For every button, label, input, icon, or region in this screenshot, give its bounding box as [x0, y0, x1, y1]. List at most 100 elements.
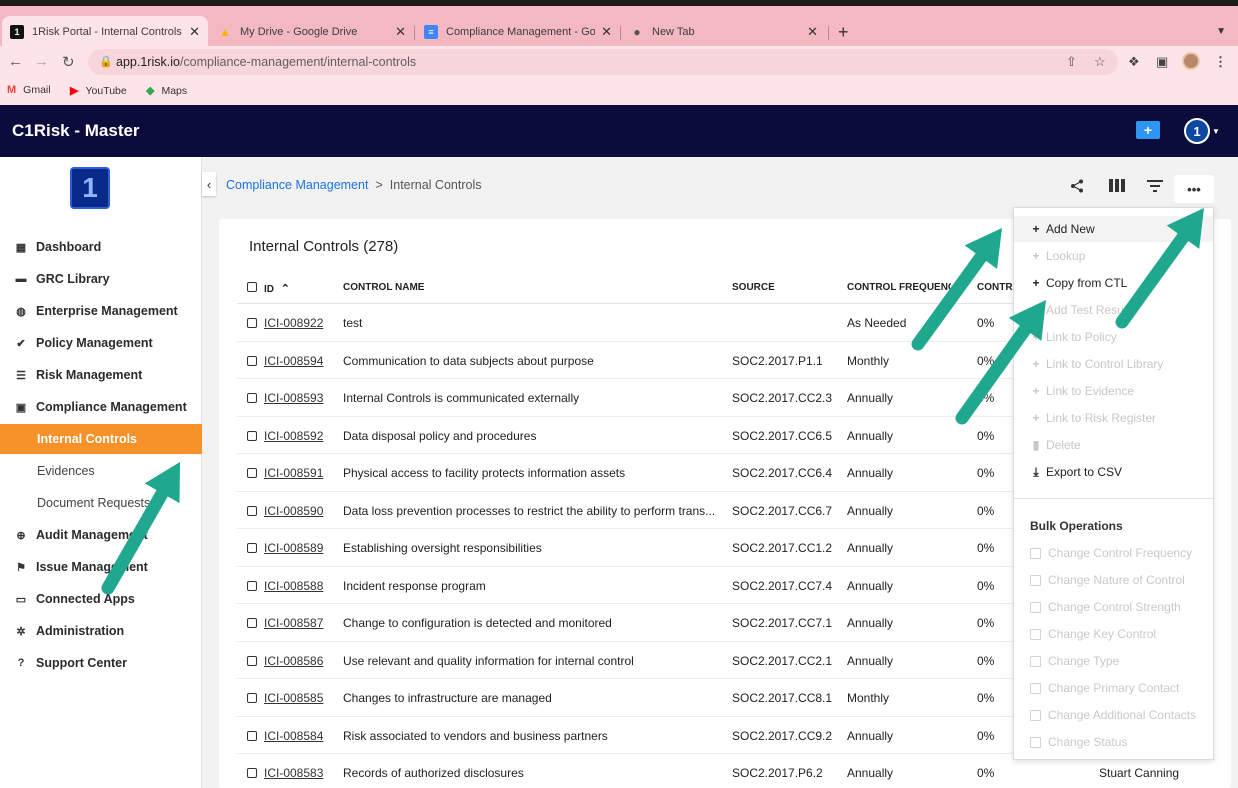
close-tab-icon[interactable]: ✕ — [395, 24, 406, 40]
table-row[interactable]: ICI-008587 Change to configuration is det… — [237, 604, 1027, 642]
sidebar-item-support-center[interactable]: ? Support Center — [0, 648, 202, 678]
table-row[interactable]: ICI-008583 Records of authorized disclosu… — [237, 754, 1027, 788]
forward-arrow-icon[interactable]: → — [34, 53, 49, 70]
row-checkbox[interactable] — [247, 768, 257, 778]
sidebar-item-enterprise-management[interactable]: ◍ Enterprise Management — [0, 296, 202, 326]
table-row[interactable]: ICI-008590 Data loss prevention processes… — [237, 492, 1027, 529]
collapse-sidebar-chevron-icon[interactable]: ‹ — [202, 172, 216, 196]
close-tab-icon[interactable]: ✕ — [189, 24, 200, 40]
more-actions-button[interactable]: ••• — [1174, 175, 1214, 203]
menu-item-link-to-policy[interactable]: + Link to Policy — [1014, 324, 1213, 350]
menu-item-delete[interactable]: ▮ Delete — [1014, 432, 1213, 458]
row-checkbox[interactable] — [247, 355, 257, 366]
sidebar-item-risk-management[interactable]: ☰ Risk Management — [0, 360, 202, 390]
bookmark-youtube[interactable]: ▶ YouTube — [70, 84, 127, 98]
bookmark-maps[interactable]: ◆ Maps — [146, 84, 187, 98]
table-row[interactable]: ICI-008591 Physical access to facility pr… — [237, 454, 1027, 492]
row-checkbox[interactable] — [247, 393, 257, 403]
control-id-link[interactable]: ICI-008922 — [264, 316, 344, 330]
bookmark-gmail[interactable]: M Gmail — [7, 84, 51, 96]
control-id-link[interactable]: ICI-008587 — [264, 616, 344, 630]
row-checkbox[interactable] — [247, 730, 257, 741]
column-header-id[interactable]: ID ⌃ — [264, 282, 290, 295]
bulk-item-change-control-strength[interactable]: Change Control Strength — [1014, 594, 1213, 620]
row-checkbox[interactable] — [247, 430, 257, 441]
add-folder-icon[interactable]: + — [1136, 121, 1160, 139]
control-id-link[interactable]: ICI-008593 — [264, 391, 344, 405]
row-checkbox[interactable] — [247, 543, 257, 553]
row-checkbox[interactable] — [247, 468, 257, 478]
row-checkbox[interactable] — [247, 505, 257, 516]
bulk-item-change-key-control[interactable]: Change Key Control — [1014, 621, 1213, 647]
sidebar-item-compliance-management[interactable]: ▣ Compliance Management — [0, 392, 202, 422]
sidebar-item-dashboard[interactable]: ▦ Dashboard — [0, 232, 202, 262]
table-row[interactable]: ICI-008594 Communication to data subjects… — [237, 342, 1027, 379]
table-row[interactable]: ICI-008592 Data disposal policy and proce… — [237, 417, 1027, 454]
table-row[interactable]: ICI-008584 Risk associated to vendors and… — [237, 717, 1027, 754]
table-row[interactable]: ICI-008922 test As Needed 0% — [237, 304, 1027, 342]
browser-tab-compliance-management[interactable]: ≡ Compliance Management - Goo ✕ — [416, 17, 620, 46]
control-id-link[interactable]: ICI-008585 — [264, 691, 344, 705]
bulk-item-change-additional-contacts[interactable]: Change Additional Contacts — [1014, 702, 1213, 728]
control-id-link[interactable]: ICI-008583 — [264, 766, 344, 780]
browser-profile-avatar[interactable] — [1182, 52, 1200, 70]
back-arrow-icon[interactable]: ← — [8, 53, 23, 70]
row-checkbox[interactable] — [247, 693, 257, 703]
row-checkbox[interactable] — [247, 318, 257, 328]
table-row[interactable]: ICI-008593 Internal Controls is communica… — [237, 379, 1027, 417]
control-id-link[interactable]: ICI-008588 — [264, 579, 344, 593]
sidebar-item-connected-apps[interactable]: ▭ Connected Apps — [0, 584, 202, 614]
table-row[interactable]: ICI-008585 Changes to infrastructure are … — [237, 679, 1027, 717]
column-header-source[interactable]: SOURCE — [732, 282, 775, 293]
breadcrumb-compliance-management[interactable]: Compliance Management — [226, 178, 368, 192]
control-id-link[interactable]: ICI-008592 — [264, 429, 344, 443]
c1risk-logo[interactable]: 1 — [70, 167, 110, 209]
bulk-item-change-nature-of-control[interactable]: Change Nature of Control — [1014, 567, 1213, 593]
column-header-control-name[interactable]: CONTROL NAME — [343, 282, 424, 293]
bulk-item-change-status[interactable]: Change Status — [1014, 729, 1213, 755]
bulk-item-change-control-frequency[interactable]: Change Control Frequency — [1014, 540, 1213, 566]
menu-item-link-to-control-library[interactable]: + Link to Control Library — [1014, 351, 1213, 377]
close-tab-icon[interactable]: ✕ — [807, 24, 818, 40]
control-id-link[interactable]: ICI-008584 — [264, 729, 344, 743]
menu-item-copy-from-ctl[interactable]: + Copy from CTL — [1014, 270, 1213, 296]
table-row[interactable]: ICI-008586 Use relevant and quality infor… — [237, 642, 1027, 679]
browser-tab-google-drive[interactable]: ▲ My Drive - Google Drive ✕ — [210, 17, 414, 46]
menu-item-lookup[interactable]: + Lookup — [1014, 243, 1213, 269]
browser-tab-1risk[interactable]: 1 1Risk Portal - Internal Controls ✕ — [2, 16, 208, 48]
column-header-control-frequency[interactable]: CONTROL FREQUENCY — [847, 282, 951, 293]
menu-item-link-to-evidence[interactable]: + Link to Evidence — [1014, 378, 1213, 404]
sidebar-subitem-internal-controls[interactable]: Internal Controls — [0, 424, 202, 454]
reload-icon[interactable]: ↻ — [62, 53, 75, 71]
columns-icon[interactable] — [1109, 179, 1125, 195]
side-panel-icon[interactable]: ▣ — [1156, 54, 1168, 70]
bulk-item-change-type[interactable]: Change Type — [1014, 648, 1213, 674]
control-id-link[interactable]: ICI-008591 — [264, 466, 344, 480]
sort-ascending-icon[interactable]: ⌃ — [281, 283, 290, 295]
browser-menu-icon[interactable]: ⋮ — [1214, 54, 1227, 70]
menu-item-export-to-csv[interactable]: ⤓ Export to CSV — [1014, 459, 1213, 485]
browser-tab-new-tab[interactable]: ● New Tab ✕ — [622, 17, 826, 46]
bulk-item-change-primary-contact[interactable]: Change Primary Contact — [1014, 675, 1213, 701]
user-avatar[interactable]: 1 — [1184, 118, 1210, 144]
bookmark-star-icon[interactable]: ☆ — [1094, 54, 1106, 70]
extensions-puzzle-icon[interactable]: ❖ — [1128, 54, 1140, 70]
control-id-link[interactable]: ICI-008590 — [264, 504, 344, 518]
menu-item-add-test-result[interactable]: + Add Test Result — [1014, 297, 1213, 323]
column-header-control[interactable]: CONTROL — [977, 282, 1017, 293]
sidebar-subitem-evidences[interactable]: Evidences — [0, 456, 202, 486]
select-all-checkbox[interactable] — [247, 282, 257, 295]
sidebar-item-issue-management[interactable]: ⚑ Issue Management — [0, 552, 202, 582]
close-tab-icon[interactable]: ✕ — [601, 24, 612, 40]
new-tab-button[interactable]: + — [838, 22, 849, 43]
row-checkbox[interactable] — [247, 655, 257, 666]
row-checkbox[interactable] — [247, 580, 257, 591]
user-menu-caret-icon[interactable]: ▼ — [1212, 127, 1220, 136]
table-row[interactable]: ICI-008588 Incident response program SOC2.… — [237, 567, 1027, 604]
table-row[interactable]: ICI-008589 Establishing oversight respons… — [237, 529, 1027, 567]
menu-item-link-to-risk-register[interactable]: + Link to Risk Register — [1014, 405, 1213, 431]
control-id-link[interactable]: ICI-008586 — [264, 654, 344, 668]
tab-search-chevron-icon[interactable]: ▼ — [1216, 26, 1226, 37]
sidebar-item-policy-management[interactable]: ✔ Policy Management — [0, 328, 202, 358]
menu-item-add-new[interactable]: + Add New — [1014, 216, 1213, 242]
